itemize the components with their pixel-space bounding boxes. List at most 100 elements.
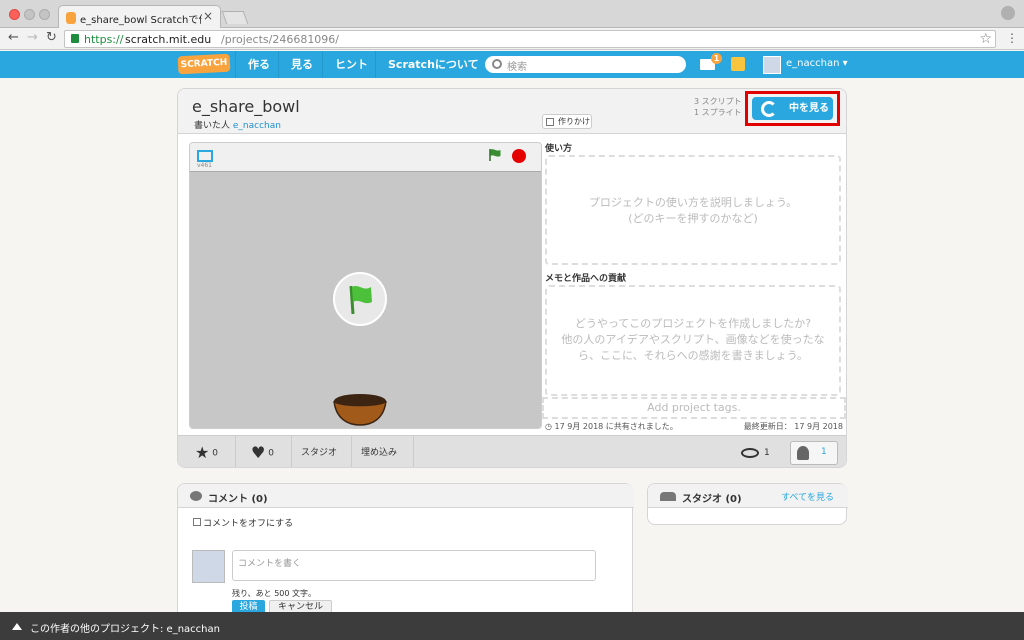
checkbox-icon xyxy=(193,518,201,526)
maximize-window-button[interactable] xyxy=(39,9,50,20)
project-header: e_share_bowl 書いた人 e_nacchan 作りかけ 3 スクリプト… xyxy=(178,89,846,134)
instructions-placeholder-line-2: (どのキーを押すのかなど) xyxy=(628,212,758,225)
stage-canvas[interactable] xyxy=(190,171,541,428)
tags-input[interactable]: Add project tags. xyxy=(542,397,846,419)
nav-tips[interactable]: ヒント xyxy=(322,51,380,78)
instructions-field[interactable]: プロジェクトの使い方を説明しましょう。 (どのキーを押すのかなど) xyxy=(545,155,841,265)
sprite-count: 1 スプライト xyxy=(694,108,742,117)
instructions-placeholder-line-1: プロジェクトの使い方を説明しましょう。 xyxy=(588,196,798,209)
turn-off-comments-checkbox[interactable]: コメントをオフにする xyxy=(193,516,293,529)
nav-create[interactable]: 作る xyxy=(235,51,282,78)
clock-icon: ◷ xyxy=(545,422,552,431)
scratch-logo[interactable]: SCRATCH xyxy=(177,53,231,75)
search-icon xyxy=(492,59,502,69)
other-projects-bar[interactable]: この作者の他のプロジェクト: e_nacchan xyxy=(0,612,1024,640)
browser-tab[interactable]: e_share_bowl Scratchで作成 × xyxy=(58,5,221,29)
url-scheme: https:// xyxy=(84,33,124,46)
script-count: 3 スクリプト xyxy=(694,97,742,106)
tab-close-icon[interactable]: × xyxy=(203,9,213,23)
project-stats-bar: ★ 0 ♥ 0 スタジオ 埋め込み 1 1 xyxy=(178,435,846,467)
favorite-button[interactable]: ★ 0 xyxy=(186,436,236,467)
shared-date: ◷ 17 9月 2018 に共有されました。 xyxy=(545,421,678,432)
nav-explore[interactable]: 見る xyxy=(278,51,325,78)
see-all-link[interactable]: すべてを見る xyxy=(781,490,834,503)
by-label: 書いた人 xyxy=(194,121,231,131)
comment-input[interactable]: コメントを書く xyxy=(232,550,596,581)
view-count: 1 xyxy=(764,448,770,458)
nav-about[interactable]: Scratchについて xyxy=(375,51,491,78)
bowl-sprite[interactable] xyxy=(333,393,387,426)
tab-title: e_share_bowl Scratchで作成 xyxy=(80,15,202,26)
profile-icon[interactable] xyxy=(1001,6,1015,20)
project-panel: e_share_bowl 書いた人 e_nacchan 作りかけ 3 スクリプト… xyxy=(177,88,847,468)
turn-off-comments-label: コメントをオフにする xyxy=(203,519,294,529)
stage-controls: v461 xyxy=(190,143,541,171)
lock-icon xyxy=(71,34,79,43)
notes-placeholder-line-1: どうやってこのプロジェクトを作成しましたか? xyxy=(574,317,812,330)
heart-icon: ♥ xyxy=(251,443,266,462)
characters-remaining: 残り、あと 500 文字。 xyxy=(232,589,317,598)
love-count: 0 xyxy=(268,448,274,459)
player-version: v461 xyxy=(197,162,213,169)
bookmark-star-icon[interactable]: ☆ xyxy=(979,31,992,47)
new-tab-button[interactable] xyxy=(221,11,249,24)
reload-icon[interactable]: ↻ xyxy=(46,30,57,45)
favorite-count: 0 xyxy=(212,448,218,459)
address-bar[interactable]: https:// scratch.mit.edu /projects/24668… xyxy=(64,30,996,48)
love-button[interactable]: ♥ 0 xyxy=(242,436,292,467)
see-inside-label: 中を見る xyxy=(789,103,829,114)
remix-tree-button[interactable]: 1 xyxy=(790,441,838,465)
project-title: e_share_bowl xyxy=(192,97,300,116)
browser-menu-icon[interactable]: ⋮ xyxy=(1006,31,1018,45)
add-to-studio-button[interactable]: スタジオ xyxy=(292,436,352,467)
project-counts: 3 スクリプト 1 スプライト xyxy=(694,96,742,118)
modified-date: 最終更新日： 17 9月 2018 xyxy=(743,422,843,431)
comments-panel: コメント (0) コメントをオフにする コメントを書く 残り、あと 500 文字… xyxy=(177,483,634,623)
see-inside-button[interactable]: 中を見る xyxy=(752,97,833,120)
speech-bubble-icon xyxy=(190,491,202,501)
stage-player: v461 xyxy=(189,142,542,429)
green-flag-icon[interactable] xyxy=(488,148,502,162)
project-author-line: 書いた人 e_nacchan xyxy=(194,118,281,131)
checkbox-icon xyxy=(546,118,554,126)
close-window-button[interactable] xyxy=(9,9,20,20)
my-stuff-icon[interactable] xyxy=(731,57,745,71)
search-placeholder: 検索 xyxy=(507,62,527,73)
url-path: /projects/246681096/ xyxy=(221,33,340,46)
stop-icon[interactable] xyxy=(512,149,526,163)
tree-icon xyxy=(797,446,809,460)
play-button[interactable] xyxy=(333,272,387,326)
account-menu[interactable]: e_nacchan ▾ xyxy=(786,58,848,69)
embed-button[interactable]: 埋め込み xyxy=(352,436,414,467)
green-flag-icon xyxy=(349,285,372,315)
studios-title: スタジオ (0) xyxy=(682,494,742,505)
author-link[interactable]: e_nacchan xyxy=(233,121,281,131)
search-input[interactable]: 検索 xyxy=(485,56,686,73)
fullscreen-icon[interactable] xyxy=(197,150,213,162)
url-host: scratch.mit.edu xyxy=(125,33,212,46)
see-inside-highlight: 中を見る xyxy=(745,91,840,126)
studios-panel: スタジオ (0) すべてを見る xyxy=(647,483,848,525)
notes-placeholder-line-2: 他の人のアイデアやスクリプト、画像などを使ったな xyxy=(561,333,825,346)
draft-checkbox[interactable]: 作りかけ xyxy=(542,114,592,129)
scratch-navbar: SCRATCH 作る 見る ヒント Scratchについて 検索 1 e_nac… xyxy=(0,51,1024,78)
browser-toolbar: ← → ↻ https:// scratch.mit.edu /projects… xyxy=(0,28,1024,50)
forward-arrow-icon[interactable]: → xyxy=(27,30,38,45)
star-icon: ★ xyxy=(195,443,210,462)
shared-date-text: 17 9月 2018 に共有されました。 xyxy=(554,422,678,431)
scratch-favicon-icon xyxy=(66,12,76,24)
draft-label: 作りかけ xyxy=(558,117,590,126)
notes-label: メモと作品への貢献 xyxy=(545,274,627,284)
notes-placeholder-line-3: ら、ここに、それらへの感謝を書きましょう。 xyxy=(577,349,808,362)
avatar xyxy=(192,550,225,583)
notes-field[interactable]: どうやってこのプロジェクトを作成しましたか? 他の人のアイデアやスクリプト、画像… xyxy=(545,285,841,396)
comments-header: コメント (0) xyxy=(178,484,634,508)
messages-badge: 1 xyxy=(711,53,722,64)
people-icon xyxy=(660,492,676,501)
eye-icon xyxy=(741,448,759,458)
comments-title: コメント (0) xyxy=(208,494,268,505)
minimize-window-button[interactable] xyxy=(24,9,35,20)
browser-tabstrip: e_share_bowl Scratchで作成 × xyxy=(0,0,1024,29)
back-arrow-icon[interactable]: ← xyxy=(8,30,19,45)
avatar[interactable] xyxy=(763,56,781,74)
